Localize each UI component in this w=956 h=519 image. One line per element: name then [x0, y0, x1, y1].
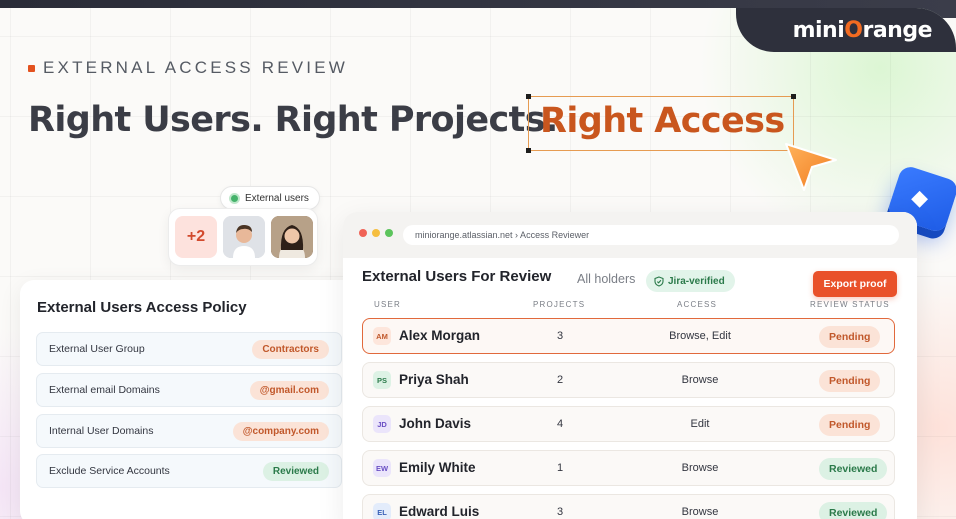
- table-row[interactable]: EL Edward Luis 3 Browse Reviewed: [362, 494, 895, 519]
- access-level: Browse, Edit: [669, 330, 731, 342]
- user-initials: EW: [373, 459, 391, 477]
- access-reviewer-window: miniorange.atlassian.net › Access Review…: [343, 212, 917, 519]
- user-initials: PS: [373, 371, 391, 389]
- column-header-access: ACCESS: [677, 300, 718, 309]
- online-dot-icon: [229, 192, 240, 204]
- project-count: 3: [556, 330, 564, 342]
- eyebrow-dot-icon: [28, 64, 35, 72]
- project-count: 4: [556, 418, 564, 430]
- policy-row-label: Internal User Domains: [49, 425, 154, 437]
- project-count: 3: [556, 506, 564, 518]
- status-badge: Reviewed: [819, 458, 888, 480]
- access-policy-card: External Users Access Policy External Us…: [20, 280, 362, 519]
- window-controls: [359, 229, 393, 237]
- address-bar-url: miniorange.atlassian.net › Access Review…: [415, 230, 590, 240]
- cursor-arrow-icon: [785, 143, 837, 191]
- avatar-group: +2: [168, 208, 318, 266]
- status-badge: Reviewed: [819, 502, 888, 519]
- external-users-widget: External users +2: [168, 186, 320, 266]
- policy-row-tag: Contractors: [252, 339, 329, 359]
- logo-tab: miniOrange: [736, 8, 956, 52]
- policy-row[interactable]: Internal User Domains @company.com: [36, 414, 342, 448]
- miniorange-logo: miniOrange: [792, 18, 933, 43]
- shield-check-icon: [654, 275, 664, 287]
- selection-handle: [526, 94, 531, 99]
- status-badge: Pending: [819, 326, 881, 348]
- status-badge: Pending: [819, 370, 881, 392]
- minimize-dot-icon[interactable]: [372, 229, 380, 237]
- column-header-user: USER: [374, 300, 402, 309]
- table-row[interactable]: EW Emily White 1 Browse Reviewed: [362, 450, 895, 486]
- column-header-review-status: REVIEW STATUS: [810, 300, 890, 309]
- eyebrow-text: EXTERNAL ACCESS REVIEW: [43, 58, 348, 77]
- avatar[interactable]: [223, 216, 265, 258]
- jira-verified-label: Jira-verified: [668, 275, 725, 287]
- column-header-projects: PROJECTS: [533, 300, 586, 309]
- browser-chrome: miniorange.atlassian.net › Access Review…: [343, 212, 917, 258]
- user-photo-icon: [223, 216, 265, 258]
- address-bar[interactable]: miniorange.atlassian.net › Access Review…: [403, 225, 899, 245]
- eyebrow: EXTERNAL ACCESS REVIEW: [28, 58, 348, 78]
- policy-title: External Users Access Policy: [37, 299, 247, 316]
- selection-handle: [526, 148, 531, 153]
- policy-row-tag: Reviewed: [262, 461, 329, 481]
- table-row[interactable]: AM Alex Morgan 3 Browse, Edit Pending: [362, 318, 895, 354]
- user-name: Priya Shah: [399, 372, 469, 387]
- selection-handle: [791, 94, 796, 99]
- user-initials: JD: [373, 415, 391, 433]
- policy-row-label: External User Group: [49, 343, 145, 355]
- policy-row-tag: @company.com: [232, 421, 329, 441]
- policy-row-label: Exclude Service Accounts: [49, 465, 170, 477]
- policy-row-label: External email Domains: [49, 384, 160, 396]
- review-subtitle: All holders: [577, 272, 636, 286]
- table-row[interactable]: JD John Davis 4 Edit Pending: [362, 406, 895, 442]
- avatar[interactable]: [271, 216, 313, 258]
- access-level: Browse: [681, 462, 719, 474]
- policy-row[interactable]: External User Group Contractors: [36, 332, 342, 366]
- project-count: 2: [556, 374, 564, 386]
- user-name: Emily White: [399, 460, 476, 475]
- user-name: Alex Morgan: [399, 328, 481, 343]
- jira-verified-badge: Jira-verified: [646, 270, 735, 292]
- access-level: Browse: [681, 374, 719, 386]
- maximize-dot-icon[interactable]: [385, 229, 393, 237]
- headline-highlight: Right Access: [540, 101, 785, 141]
- project-count: 1: [556, 462, 564, 474]
- user-initials: AM: [373, 327, 391, 345]
- policy-row-tag: @gmail.com: [249, 380, 329, 400]
- review-title: External Users For Review: [362, 268, 552, 285]
- headline: Right Users. Right Projects.: [28, 100, 558, 140]
- user-initials: EL: [373, 503, 391, 519]
- table-row[interactable]: PS Priya Shah 2 Browse Pending: [362, 362, 895, 398]
- policy-row[interactable]: Exclude Service Accounts Reviewed: [36, 454, 342, 488]
- export-proof-button[interactable]: Export proof: [813, 271, 897, 297]
- policy-row[interactable]: External email Domains @gmail.com: [36, 373, 342, 407]
- extra-users-count[interactable]: +2: [175, 216, 217, 258]
- access-level: Browse: [681, 506, 719, 518]
- user-name: John Davis: [399, 416, 472, 431]
- status-badge: Pending: [819, 414, 881, 436]
- user-photo-icon: [271, 216, 313, 258]
- close-dot-icon[interactable]: [359, 229, 367, 237]
- access-level: Edit: [690, 418, 710, 430]
- external-users-label: External users: [245, 192, 309, 204]
- external-users-pill: External users: [220, 186, 320, 210]
- user-name: Edward Luis: [399, 504, 480, 519]
